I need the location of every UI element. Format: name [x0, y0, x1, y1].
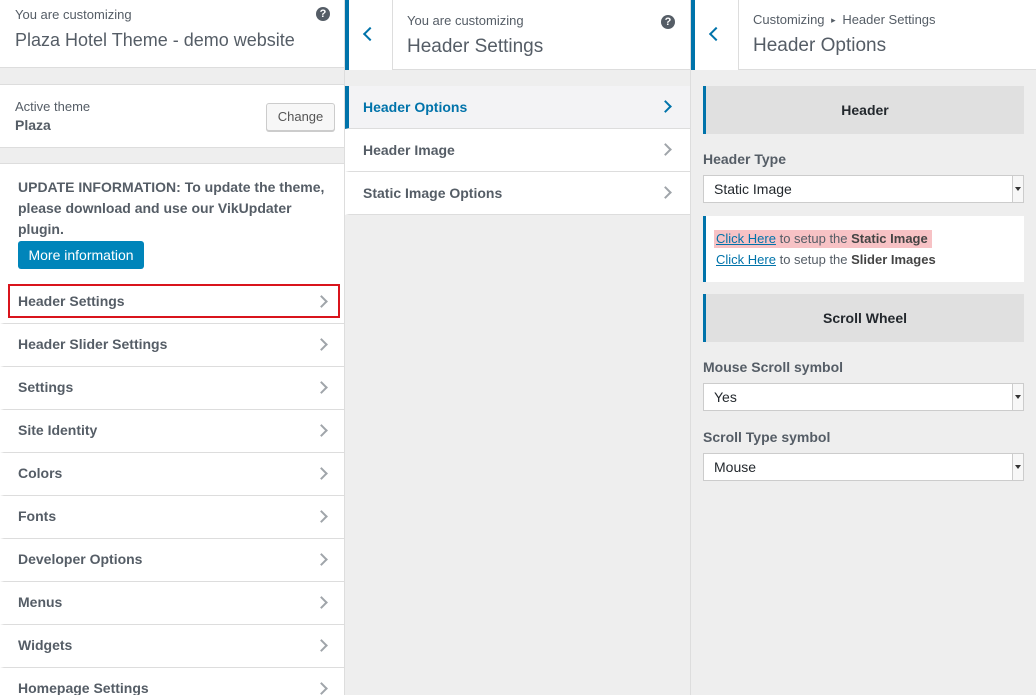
mouse-scroll-symbol-select[interactable]: Yes	[703, 383, 1024, 411]
header-options-panel: Customizing ▸ Header Settings Header Opt…	[690, 0, 1036, 695]
section-header-settings[interactable]: Header Settings	[0, 281, 344, 324]
chevron-right-icon	[315, 381, 328, 394]
chevron-left-icon	[362, 26, 378, 42]
chevron-right-icon	[659, 100, 672, 113]
header-type-label: Header Type	[703, 151, 786, 167]
section-site-identity[interactable]: Site Identity	[0, 410, 344, 453]
active-theme-name: Plaza	[15, 117, 51, 133]
section-label: Settings	[18, 379, 74, 395]
link-target: Slider Images	[851, 252, 936, 267]
section-label: Header Options	[363, 99, 468, 115]
section-label: Fonts	[18, 508, 57, 524]
section-header-slider-settings[interactable]: Header Slider Settings	[0, 324, 344, 367]
breadcrumb: Customizing ▸ Header Settings	[753, 12, 936, 27]
panel-header: You are customizing Header Settings	[393, 0, 691, 70]
panel-title: Header Settings	[407, 36, 544, 57]
active-theme-section: Active theme Plaza Change	[0, 84, 344, 148]
header-section-heading: Header	[703, 86, 1024, 134]
dropdown-arrow-icon	[1012, 384, 1023, 410]
chevron-right-icon	[659, 186, 672, 199]
slider-images-link-row: Click Here to setup the Slider Images	[714, 251, 940, 269]
section-label: Developer Options	[18, 551, 143, 567]
customizer-sections-list: Header Settings Header Slider Settings S…	[0, 281, 344, 695]
breadcrumb-parent: Customizing	[753, 12, 825, 27]
section-colors[interactable]: Colors	[0, 453, 344, 496]
change-theme-button[interactable]: Change	[266, 103, 335, 131]
scroll-wheel-section-heading: Scroll Wheel	[703, 294, 1024, 342]
section-settings[interactable]: Settings	[0, 367, 344, 410]
update-information-text: UPDATE INFORMATION: To update the theme,…	[18, 179, 325, 237]
header-type-select[interactable]: Static Image	[703, 175, 1024, 203]
section-label: Menus	[18, 594, 63, 610]
back-button[interactable]	[345, 0, 393, 70]
customizer-root: You are customizing Plaza Hotel Theme - …	[0, 0, 1036, 695]
section-label: Widgets	[18, 637, 73, 653]
header-settings-panel: You are customizing Header Settings ? He…	[344, 0, 691, 695]
static-image-link-row: Click Here to setup the Static Image	[714, 230, 932, 248]
mouse-scroll-symbol-label: Mouse Scroll symbol	[703, 359, 844, 375]
customizing-label: You are customizing	[407, 13, 524, 28]
section-label: Header Slider Settings	[18, 336, 168, 352]
chevron-right-icon	[315, 467, 328, 480]
customizer-main-panel: You are customizing Plaza Hotel Theme - …	[0, 0, 344, 695]
back-button[interactable]	[691, 0, 739, 70]
static-image-setup-link[interactable]: Click Here	[716, 231, 776, 246]
section-menus[interactable]: Menus	[0, 582, 344, 625]
slider-images-setup-link[interactable]: Click Here	[716, 252, 776, 267]
more-information-button[interactable]: More information	[18, 241, 144, 269]
section-header-options[interactable]: Header Options	[345, 86, 690, 129]
site-title: Plaza Hotel Theme - demo website	[15, 30, 295, 50]
section-homepage-settings[interactable]: Homepage Settings	[0, 668, 344, 695]
chevron-left-icon	[708, 26, 724, 42]
dropdown-arrow-icon	[1012, 454, 1023, 480]
active-theme-label: Active theme	[15, 99, 91, 114]
setup-links-box: Click Here to setup the Static Image Cli…	[703, 216, 1024, 282]
chevron-right-icon	[315, 639, 328, 652]
section-label: Header Settings	[18, 293, 125, 309]
chevron-right-icon	[315, 510, 328, 523]
section-label: Colors	[18, 465, 63, 481]
customizer-header: You are customizing Plaza Hotel Theme - …	[0, 0, 344, 68]
chevron-right-icon	[315, 553, 328, 566]
section-label: Site Identity	[18, 422, 98, 438]
update-information-notice: UPDATE INFORMATION: To update the theme,…	[0, 163, 344, 281]
breadcrumb-separator-icon: ▸	[831, 15, 836, 25]
header-type-value: Static Image	[714, 181, 792, 197]
scroll-type-symbol-value: Mouse	[714, 459, 757, 475]
section-fonts[interactable]: Fonts	[0, 496, 344, 539]
link-target: Static Image	[851, 231, 928, 246]
chevron-right-icon	[315, 682, 328, 695]
dropdown-arrow-icon	[1012, 176, 1023, 202]
mouse-scroll-symbol-value: Yes	[714, 389, 737, 405]
link-description: to setup the	[775, 231, 852, 246]
section-label: Homepage Settings	[18, 680, 149, 695]
breadcrumb-current: Header Settings	[842, 12, 936, 27]
panel-header: Customizing ▸ Header Settings Header Opt…	[739, 0, 1036, 70]
chevron-right-icon	[659, 143, 672, 156]
customizing-label: You are customizing	[15, 7, 132, 22]
chevron-right-icon	[315, 596, 328, 609]
panel-title: Header Options	[753, 35, 887, 56]
chevron-right-icon	[315, 338, 328, 351]
link-description: to setup the	[775, 252, 852, 267]
section-header-image[interactable]: Header Image	[345, 129, 690, 172]
section-label: Header Image	[363, 142, 455, 158]
chevron-right-icon	[315, 424, 328, 437]
section-label: Static Image Options	[363, 185, 503, 201]
help-icon[interactable]: ?	[316, 7, 330, 21]
scroll-type-symbol-label: Scroll Type symbol	[703, 429, 831, 445]
header-settings-sections: Header Options Header Image Static Image…	[345, 86, 690, 215]
scroll-type-symbol-select[interactable]: Mouse	[703, 453, 1024, 481]
section-static-image-options[interactable]: Static Image Options	[345, 172, 690, 215]
help-icon[interactable]: ?	[661, 15, 675, 29]
section-developer-options[interactable]: Developer Options	[0, 539, 344, 582]
section-widgets[interactable]: Widgets	[0, 625, 344, 668]
